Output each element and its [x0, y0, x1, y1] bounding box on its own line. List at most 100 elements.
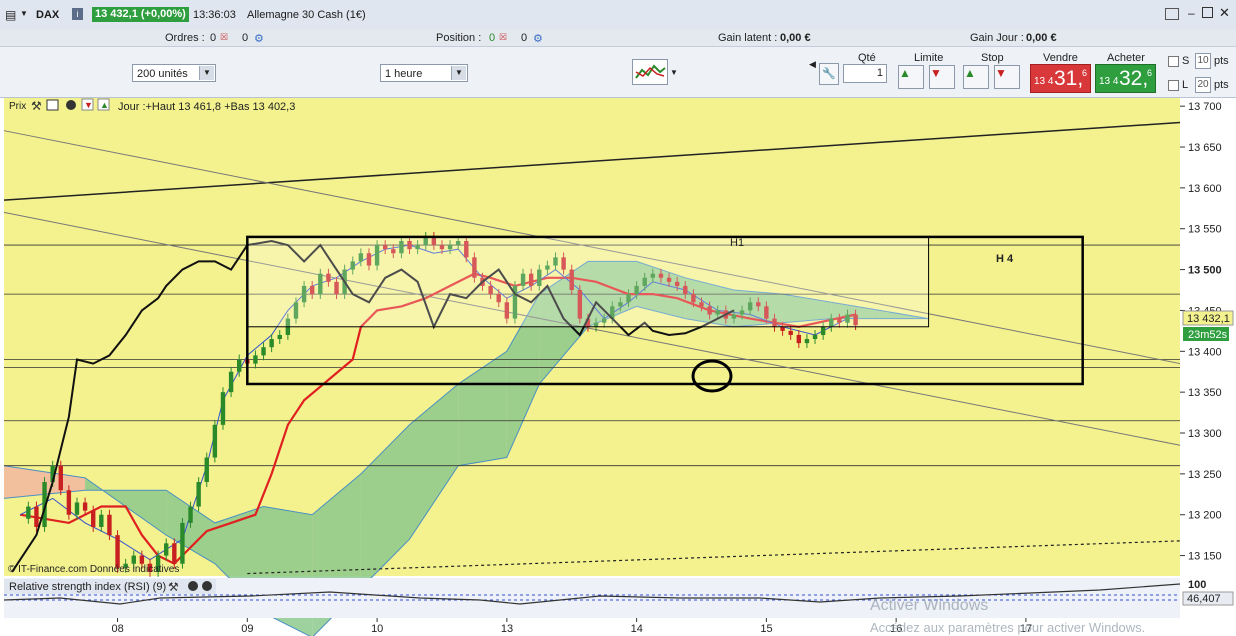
candle-body [164, 543, 169, 556]
l-checkbox[interactable] [1168, 80, 1179, 91]
limit-buy-icon: ▲ [899, 66, 911, 80]
wrench-button[interactable]: 🔧 [819, 63, 839, 85]
indicator-dropdown-icon[interactable]: ▼ [670, 68, 678, 77]
watermark-title: Activer Windows [870, 597, 988, 614]
l-label: L [1182, 79, 1189, 91]
range-box-1 [246, 236, 930, 328]
candle-body [277, 334, 282, 340]
window-grid-icon[interactable] [1165, 8, 1179, 20]
orders-label: Ordres : [165, 32, 205, 44]
candle-body [115, 535, 120, 568]
candle-body [180, 522, 185, 564]
s-points-input[interactable]: 10 [1195, 53, 1211, 69]
y-tick-label: 13 500 [1188, 265, 1222, 277]
buy-label: Acheter [1107, 52, 1145, 64]
rsi-top-tick: 100 [1188, 579, 1206, 591]
candle-body [228, 371, 234, 393]
maximize-icon[interactable] [1202, 7, 1213, 18]
x-tick-label: 09 [241, 623, 253, 635]
indicator-button[interactable] [632, 59, 668, 85]
rsi-value-text: 46,407 [1187, 593, 1221, 605]
timeframe-select[interactable]: 1 heure ▼ [380, 64, 468, 82]
status-row: Ordres : 0 ☒ 0 ⚙ Position : 0 ☒ 0 ⚙ Gain… [0, 30, 1236, 47]
info-icon[interactable]: i [72, 8, 83, 20]
wrench-icon[interactable]: ⚒ [31, 99, 42, 113]
close-icon[interactable]: ✕ [1219, 5, 1230, 21]
x-tick-label: 14 [631, 623, 643, 635]
stop-sell-icon: ▼ [995, 66, 1007, 80]
y-tick-label: 13 150 [1188, 551, 1222, 563]
limit-label: Limite [914, 52, 944, 64]
x-tick-label: 08 [112, 623, 124, 635]
limit-buy-button[interactable]: ▲ [898, 65, 924, 89]
candle-body [91, 510, 96, 527]
stop-buy-button[interactable]: ▲ [963, 65, 989, 89]
x-tick-label: 10 [371, 623, 383, 635]
position-label: Position : [436, 32, 482, 44]
title-bar: ▤ ▼ DAX i 13 432,1 (+0,00%) 13:36:03 All… [0, 0, 1236, 31]
x-tick-label: 13 [501, 623, 513, 635]
l-points-input[interactable]: 20 [1195, 77, 1211, 93]
window-icon[interactable] [46, 99, 59, 111]
stop-sell-button[interactable]: ▼ [994, 65, 1020, 89]
rsi-wrench-icon[interactable]: ⚒ [168, 580, 179, 594]
s-pts-label: pts [1214, 55, 1229, 67]
move-down-glyph: ▼ [84, 100, 93, 110]
clock: 13:36:03 [193, 9, 236, 21]
chart-panel[interactable]: 13 70013 65013 60013 55013 50013 45013 4… [0, 98, 1236, 636]
watermark-subtitle: Accédez aux paramètres pour activer Wind… [870, 620, 1145, 635]
candle-body [26, 506, 31, 519]
candle-body [261, 347, 266, 356]
minimize-icon[interactable]: – [1188, 6, 1195, 20]
cancel-orders-icon[interactable]: ☒ [220, 32, 228, 43]
qty-input[interactable]: 1 [843, 64, 887, 83]
price-tag-text: 13 432,1 [1187, 313, 1230, 325]
position-value-2: 0 [521, 32, 528, 44]
candle-body [58, 465, 63, 491]
orders-gear-icon[interactable]: ⚙ [254, 32, 264, 45]
candle-body [204, 457, 209, 483]
candle-body [237, 359, 242, 372]
rsi-close-icon[interactable] [202, 581, 212, 591]
buy-price-prefix: 13 4 [1099, 76, 1119, 87]
candle-body [34, 506, 39, 527]
chevron-down-icon: ▼ [199, 66, 214, 80]
gain-jour-label: Gain Jour : [970, 32, 1024, 44]
gain-jour-value: 0,00 € [1026, 32, 1057, 44]
candle-body [220, 392, 226, 425]
y-tick-label: 13 400 [1188, 346, 1222, 358]
position-gear-icon[interactable]: ⚙ [533, 32, 543, 45]
units-select[interactable]: 200 unités ▼ [132, 64, 216, 82]
candle-body [780, 326, 785, 331]
rsi-settings-icon[interactable] [188, 581, 198, 591]
candle-body [212, 424, 218, 458]
candle-body [99, 514, 104, 527]
units-select-value: 200 unités [137, 68, 188, 80]
s-checkbox[interactable] [1168, 56, 1179, 67]
dropdown-icon[interactable]: ▼ [20, 9, 28, 18]
candle-body [74, 502, 80, 515]
cancel-position-icon[interactable]: ☒ [499, 32, 507, 43]
buy-price-sup: 6 [1146, 68, 1152, 78]
candle-body [66, 490, 72, 515]
s-label: S [1182, 55, 1190, 67]
candle-body [196, 482, 201, 507]
candle-body [269, 339, 274, 348]
y-tick-label: 13 650 [1188, 142, 1222, 154]
candle-body [820, 326, 826, 335]
gain-latent-value: 0,00 € [780, 32, 811, 44]
scroll-left-icon[interactable]: ◀ [809, 59, 816, 70]
chevron-down-icon: ▼ [451, 66, 466, 80]
l-pts-label: pts [1214, 79, 1229, 91]
buy-button[interactable]: 13 4 32, 6 [1095, 64, 1156, 93]
price-chart[interactable]: 13 70013 65013 60013 55013 50013 45013 4… [0, 98, 1236, 636]
stop-label: Stop [981, 52, 1004, 64]
sell-button[interactable]: 13 4 31, 6 [1030, 64, 1091, 93]
gain-latent-label: Gain latent : [718, 32, 778, 44]
limit-sell-button[interactable]: ▼ [929, 65, 955, 89]
stop-buy-icon: ▲ [964, 66, 976, 80]
x-tick-label: 15 [760, 623, 772, 635]
chart-icon[interactable]: ▤ [5, 8, 16, 22]
prix-label: Prix [9, 101, 26, 112]
close-panel-icon[interactable] [66, 100, 76, 110]
